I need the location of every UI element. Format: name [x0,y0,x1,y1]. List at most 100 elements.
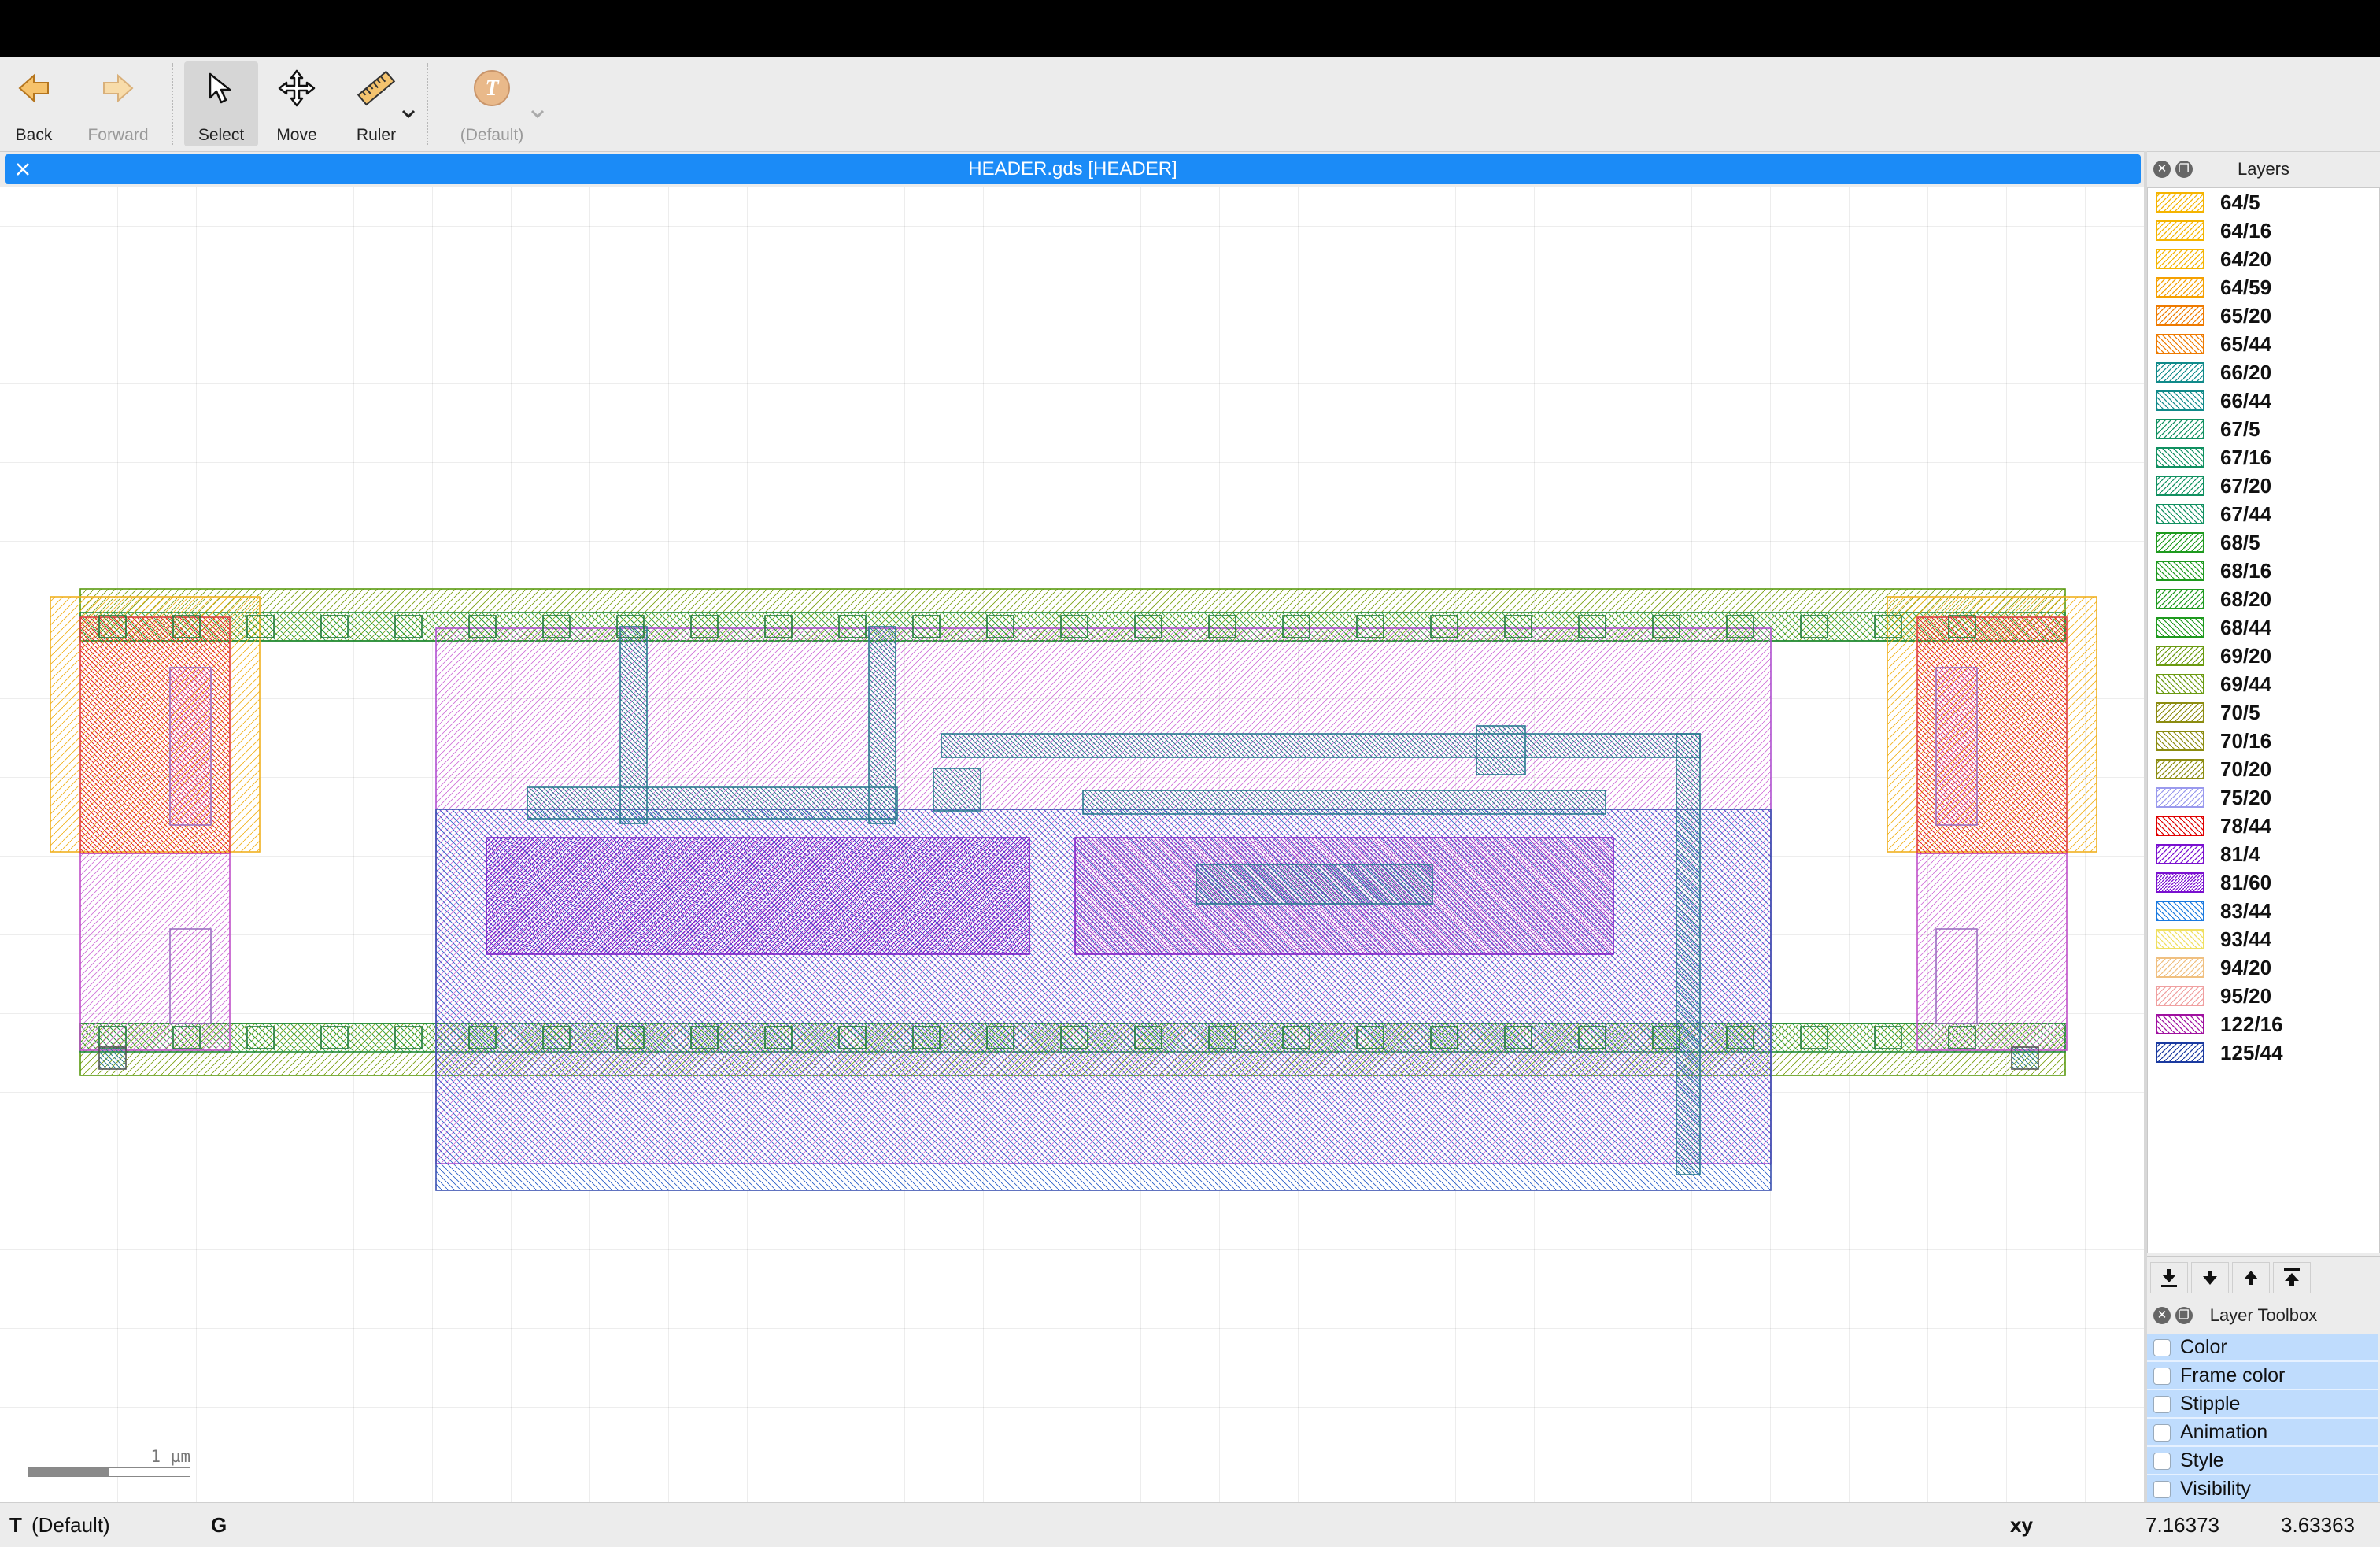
layer-row[interactable]: 81/4 [2148,840,2379,868]
layer-swatch [2156,561,2204,581]
layer-swatch [2156,702,2204,723]
via-bottom [1208,1026,1236,1049]
toolbox-frame-color[interactable]: Frame color [2147,1362,2378,1390]
layer-row[interactable]: 64/59 [2148,273,2379,302]
layer-row[interactable]: 83/44 [2148,897,2379,925]
select-tool-button[interactable]: Select [184,61,258,146]
layer-row[interactable]: 122/16 [2148,1010,2379,1038]
move-tool-button[interactable]: Move [268,61,326,146]
layer-row[interactable]: 69/44 [2148,670,2379,698]
layer-swatch [2156,419,2204,439]
layer-name: 68/44 [2220,616,2272,639]
layout-canvas[interactable]: 1 µm [0,187,2144,1502]
layers-panel-title: Layers [2237,159,2290,179]
layer-name: 70/16 [2220,729,2272,753]
layer-row[interactable]: 66/44 [2148,387,2379,415]
layer-row[interactable]: 93/44 [2148,925,2379,953]
layer-swatch [2156,759,2204,779]
toolbox-visibility[interactable]: Visibility [2147,1475,2378,1504]
layer-swatch [2156,589,2204,609]
layer-name: 78/44 [2220,814,2272,838]
layer-row[interactable]: 64/5 [2148,188,2379,217]
layer-swatch [2156,1014,2204,1034]
layer-row[interactable]: 68/16 [2148,557,2379,585]
layer-name: 75/20 [2220,786,2272,809]
via-top [838,615,867,638]
layer-name: 66/44 [2220,389,2272,413]
via-top [1356,615,1384,638]
contact-pad-a [933,768,981,812]
via-bottom [1726,1026,1754,1049]
layer-row[interactable]: 70/16 [2148,727,2379,755]
layer-row[interactable]: 68/44 [2148,613,2379,642]
via-bottom [838,1026,867,1049]
forward-label: Forward [87,126,149,144]
layer-swatch [2156,816,2204,836]
move-to-top-icon[interactable] [2273,1262,2311,1293]
toolbox-animation[interactable]: Animation [2147,1419,2378,1447]
via-bottom [912,1026,941,1049]
layer-toolbox-panel: ✕ ❐ Layer Toolbox Color Frame color Stip… [2147,1301,2380,1504]
layer-swatch [2156,901,2204,921]
forward-button[interactable]: Forward [82,61,154,146]
layer-row[interactable]: 68/20 [2148,585,2379,613]
layer-name: 83/44 [2220,899,2272,923]
ruler-dropdown-chevron-icon[interactable] [401,109,416,124]
status-grid-mode: G [211,1513,227,1537]
layer-swatch [2156,929,2204,949]
toolbox-stipple[interactable]: Stipple [2147,1390,2378,1419]
layer-swatch [2156,787,2204,808]
layer-swatch [2156,1042,2204,1063]
via-top [1874,615,1902,638]
layer-row[interactable]: 70/20 [2148,755,2379,783]
layer-row[interactable]: 95/20 [2148,982,2379,1010]
back-button[interactable]: Back [6,61,61,146]
layer-row[interactable]: 65/20 [2148,302,2379,330]
ruler-tool-button[interactable]: Ruler [346,61,406,146]
document-tab[interactable]: HEADER.gds [HEADER] [5,154,2141,184]
layer-row[interactable]: 69/20 [2148,642,2379,670]
layer-swatch [2156,674,2204,694]
via-bottom [1800,1026,1828,1049]
layer-name: 69/44 [2220,672,2272,696]
text-style-dropdown-chevron-icon[interactable] [530,109,545,124]
via-top [542,615,571,638]
right-contact-strip-lower [1935,928,1978,1024]
layer-name: 93/44 [2220,927,2272,951]
layer-swatch [2156,334,2204,354]
layer-row[interactable]: 70/5 [2148,698,2379,727]
layer-row[interactable]: 81/60 [2148,868,2379,897]
via-bottom [1134,1026,1162,1049]
layer-row[interactable]: 75/20 [2148,783,2379,812]
layer-row[interactable]: 67/20 [2148,472,2379,500]
text-style-button[interactable]: T (Default) [450,61,534,146]
move-up-icon[interactable] [2232,1262,2270,1293]
layer-row[interactable]: 67/44 [2148,500,2379,528]
via-bottom [320,1026,349,1049]
toolbox-color[interactable]: Color [2147,1334,2378,1362]
left-contact-strip [169,667,212,826]
layer-row[interactable]: 78/44 [2148,812,2379,840]
via-top [690,615,719,638]
layer-row[interactable]: 64/20 [2148,245,2379,273]
layer-name: 67/5 [2220,417,2260,441]
toolbox-style[interactable]: Style [2147,1447,2378,1475]
layer-name: 70/5 [2220,701,2260,724]
layer-row[interactable]: 125/44 [2148,1038,2379,1067]
layer-swatch [2156,390,2204,411]
layer-row[interactable]: 68/5 [2148,528,2379,557]
layer-row[interactable]: 65/44 [2148,330,2379,358]
layer-row[interactable]: 67/5 [2148,415,2379,443]
layer-row[interactable]: 64/16 [2148,217,2379,245]
status-text-style: (Default) [31,1513,110,1537]
move-down-icon[interactable] [2191,1262,2229,1293]
via-top [1504,615,1532,638]
scale-label: 1 µm [150,1447,190,1466]
move-to-bottom-icon[interactable] [2150,1262,2188,1293]
layer-row[interactable]: 66/20 [2148,358,2379,387]
layer-name: 122/16 [2220,1012,2283,1036]
layer-name: 95/20 [2220,984,2272,1008]
end-contact-left [98,1046,127,1070]
layer-row[interactable]: 67/16 [2148,443,2379,472]
layer-row[interactable]: 94/20 [2148,953,2379,982]
